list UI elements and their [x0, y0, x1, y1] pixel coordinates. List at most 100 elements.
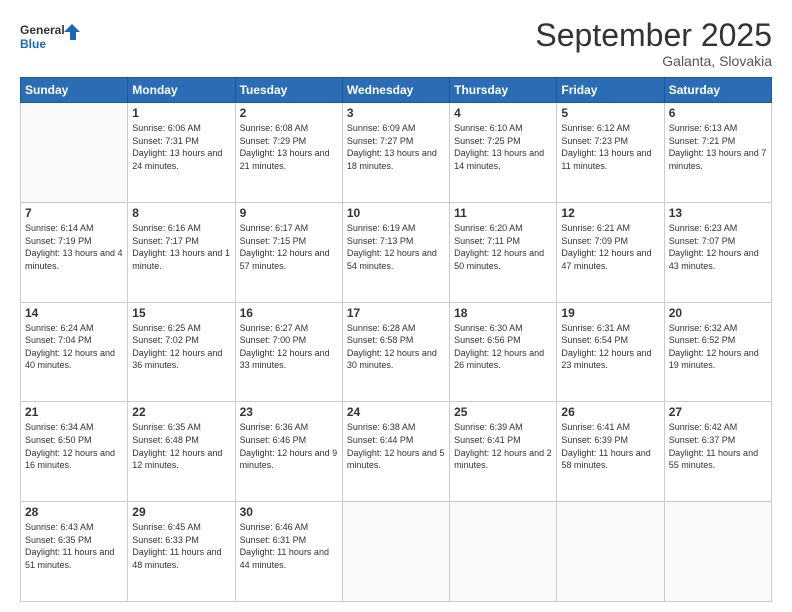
- day-number: 9: [240, 206, 338, 220]
- day-info: Sunrise: 6:46 AM Sunset: 6:31 PM Dayligh…: [240, 521, 338, 571]
- calendar-cell: 23 Sunrise: 6:36 AM Sunset: 6:46 PM Dayl…: [235, 402, 342, 502]
- day-number: 23: [240, 405, 338, 419]
- day-info: Sunrise: 6:25 AM Sunset: 7:02 PM Dayligh…: [132, 322, 230, 372]
- day-info: Sunrise: 6:09 AM Sunset: 7:27 PM Dayligh…: [347, 122, 445, 172]
- calendar-cell: [557, 502, 664, 602]
- day-info: Sunrise: 6:38 AM Sunset: 6:44 PM Dayligh…: [347, 421, 445, 471]
- day-number: 18: [454, 306, 552, 320]
- calendar-cell: 2 Sunrise: 6:08 AM Sunset: 7:29 PM Dayli…: [235, 103, 342, 203]
- calendar-cell: 10 Sunrise: 6:19 AM Sunset: 7:13 PM Dayl…: [342, 202, 449, 302]
- day-number: 10: [347, 206, 445, 220]
- col-thursday: Thursday: [450, 78, 557, 103]
- calendar-cell: 21 Sunrise: 6:34 AM Sunset: 6:50 PM Dayl…: [21, 402, 128, 502]
- calendar-cell: 5 Sunrise: 6:12 AM Sunset: 7:23 PM Dayli…: [557, 103, 664, 203]
- calendar-week-row: 1 Sunrise: 6:06 AM Sunset: 7:31 PM Dayli…: [21, 103, 772, 203]
- calendar-cell: 16 Sunrise: 6:27 AM Sunset: 7:00 PM Dayl…: [235, 302, 342, 402]
- col-friday: Friday: [557, 78, 664, 103]
- day-info: Sunrise: 6:16 AM Sunset: 7:17 PM Dayligh…: [132, 222, 230, 272]
- day-number: 28: [25, 505, 123, 519]
- day-number: 1: [132, 106, 230, 120]
- day-number: 8: [132, 206, 230, 220]
- day-number: 12: [561, 206, 659, 220]
- calendar-cell: 15 Sunrise: 6:25 AM Sunset: 7:02 PM Dayl…: [128, 302, 235, 402]
- col-monday: Monday: [128, 78, 235, 103]
- page: General Blue September 2025 Galanta, Slo…: [0, 0, 792, 612]
- logo: General Blue: [20, 18, 80, 58]
- col-saturday: Saturday: [664, 78, 771, 103]
- day-number: 5: [561, 106, 659, 120]
- day-info: Sunrise: 6:34 AM Sunset: 6:50 PM Dayligh…: [25, 421, 123, 471]
- day-number: 7: [25, 206, 123, 220]
- day-number: 19: [561, 306, 659, 320]
- col-wednesday: Wednesday: [342, 78, 449, 103]
- calendar-cell: 29 Sunrise: 6:45 AM Sunset: 6:33 PM Dayl…: [128, 502, 235, 602]
- calendar-cell: 1 Sunrise: 6:06 AM Sunset: 7:31 PM Dayli…: [128, 103, 235, 203]
- col-sunday: Sunday: [21, 78, 128, 103]
- calendar-cell: 26 Sunrise: 6:41 AM Sunset: 6:39 PM Dayl…: [557, 402, 664, 502]
- header: General Blue September 2025 Galanta, Slo…: [20, 18, 772, 69]
- day-number: 17: [347, 306, 445, 320]
- day-info: Sunrise: 6:45 AM Sunset: 6:33 PM Dayligh…: [132, 521, 230, 571]
- day-info: Sunrise: 6:39 AM Sunset: 6:41 PM Dayligh…: [454, 421, 552, 471]
- calendar-cell: 22 Sunrise: 6:35 AM Sunset: 6:48 PM Dayl…: [128, 402, 235, 502]
- calendar-cell: [21, 103, 128, 203]
- day-info: Sunrise: 6:23 AM Sunset: 7:07 PM Dayligh…: [669, 222, 767, 272]
- day-info: Sunrise: 6:20 AM Sunset: 7:11 PM Dayligh…: [454, 222, 552, 272]
- day-info: Sunrise: 6:35 AM Sunset: 6:48 PM Dayligh…: [132, 421, 230, 471]
- day-number: 3: [347, 106, 445, 120]
- location: Galanta, Slovakia: [535, 53, 772, 69]
- calendar-week-row: 14 Sunrise: 6:24 AM Sunset: 7:04 PM Dayl…: [21, 302, 772, 402]
- calendar-cell: 6 Sunrise: 6:13 AM Sunset: 7:21 PM Dayli…: [664, 103, 771, 203]
- day-number: 6: [669, 106, 767, 120]
- calendar-week-row: 28 Sunrise: 6:43 AM Sunset: 6:35 PM Dayl…: [21, 502, 772, 602]
- day-number: 15: [132, 306, 230, 320]
- day-info: Sunrise: 6:06 AM Sunset: 7:31 PM Dayligh…: [132, 122, 230, 172]
- day-number: 29: [132, 505, 230, 519]
- calendar-cell: 19 Sunrise: 6:31 AM Sunset: 6:54 PM Dayl…: [557, 302, 664, 402]
- calendar-cell: 28 Sunrise: 6:43 AM Sunset: 6:35 PM Dayl…: [21, 502, 128, 602]
- title-block: September 2025 Galanta, Slovakia: [535, 18, 772, 69]
- day-number: 20: [669, 306, 767, 320]
- calendar-cell: 4 Sunrise: 6:10 AM Sunset: 7:25 PM Dayli…: [450, 103, 557, 203]
- logo-svg: General Blue: [20, 18, 80, 58]
- calendar-cell: 20 Sunrise: 6:32 AM Sunset: 6:52 PM Dayl…: [664, 302, 771, 402]
- calendar-cell: 8 Sunrise: 6:16 AM Sunset: 7:17 PM Dayli…: [128, 202, 235, 302]
- calendar-cell: [342, 502, 449, 602]
- calendar-cell: 18 Sunrise: 6:30 AM Sunset: 6:56 PM Dayl…: [450, 302, 557, 402]
- calendar-header-row: Sunday Monday Tuesday Wednesday Thursday…: [21, 78, 772, 103]
- calendar-cell: 17 Sunrise: 6:28 AM Sunset: 6:58 PM Dayl…: [342, 302, 449, 402]
- calendar-cell: 13 Sunrise: 6:23 AM Sunset: 7:07 PM Dayl…: [664, 202, 771, 302]
- calendar-table: Sunday Monday Tuesday Wednesday Thursday…: [20, 77, 772, 602]
- day-number: 13: [669, 206, 767, 220]
- day-number: 26: [561, 405, 659, 419]
- day-number: 22: [132, 405, 230, 419]
- day-info: Sunrise: 6:21 AM Sunset: 7:09 PM Dayligh…: [561, 222, 659, 272]
- day-info: Sunrise: 6:30 AM Sunset: 6:56 PM Dayligh…: [454, 322, 552, 372]
- calendar-cell: 30 Sunrise: 6:46 AM Sunset: 6:31 PM Dayl…: [235, 502, 342, 602]
- day-number: 30: [240, 505, 338, 519]
- day-info: Sunrise: 6:14 AM Sunset: 7:19 PM Dayligh…: [25, 222, 123, 272]
- month-title: September 2025: [535, 18, 772, 53]
- day-number: 25: [454, 405, 552, 419]
- calendar-cell: 9 Sunrise: 6:17 AM Sunset: 7:15 PM Dayli…: [235, 202, 342, 302]
- day-number: 4: [454, 106, 552, 120]
- calendar-week-row: 21 Sunrise: 6:34 AM Sunset: 6:50 PM Dayl…: [21, 402, 772, 502]
- calendar-cell: [664, 502, 771, 602]
- day-number: 14: [25, 306, 123, 320]
- day-info: Sunrise: 6:13 AM Sunset: 7:21 PM Dayligh…: [669, 122, 767, 172]
- day-number: 16: [240, 306, 338, 320]
- day-info: Sunrise: 6:17 AM Sunset: 7:15 PM Dayligh…: [240, 222, 338, 272]
- calendar-cell: 24 Sunrise: 6:38 AM Sunset: 6:44 PM Dayl…: [342, 402, 449, 502]
- calendar-cell: [450, 502, 557, 602]
- calendar-cell: 14 Sunrise: 6:24 AM Sunset: 7:04 PM Dayl…: [21, 302, 128, 402]
- calendar-cell: 7 Sunrise: 6:14 AM Sunset: 7:19 PM Dayli…: [21, 202, 128, 302]
- calendar-cell: 11 Sunrise: 6:20 AM Sunset: 7:11 PM Dayl…: [450, 202, 557, 302]
- svg-text:Blue: Blue: [20, 37, 46, 51]
- day-info: Sunrise: 6:08 AM Sunset: 7:29 PM Dayligh…: [240, 122, 338, 172]
- day-info: Sunrise: 6:24 AM Sunset: 7:04 PM Dayligh…: [25, 322, 123, 372]
- day-info: Sunrise: 6:41 AM Sunset: 6:39 PM Dayligh…: [561, 421, 659, 471]
- day-info: Sunrise: 6:10 AM Sunset: 7:25 PM Dayligh…: [454, 122, 552, 172]
- calendar-cell: 27 Sunrise: 6:42 AM Sunset: 6:37 PM Dayl…: [664, 402, 771, 502]
- day-info: Sunrise: 6:12 AM Sunset: 7:23 PM Dayligh…: [561, 122, 659, 172]
- col-tuesday: Tuesday: [235, 78, 342, 103]
